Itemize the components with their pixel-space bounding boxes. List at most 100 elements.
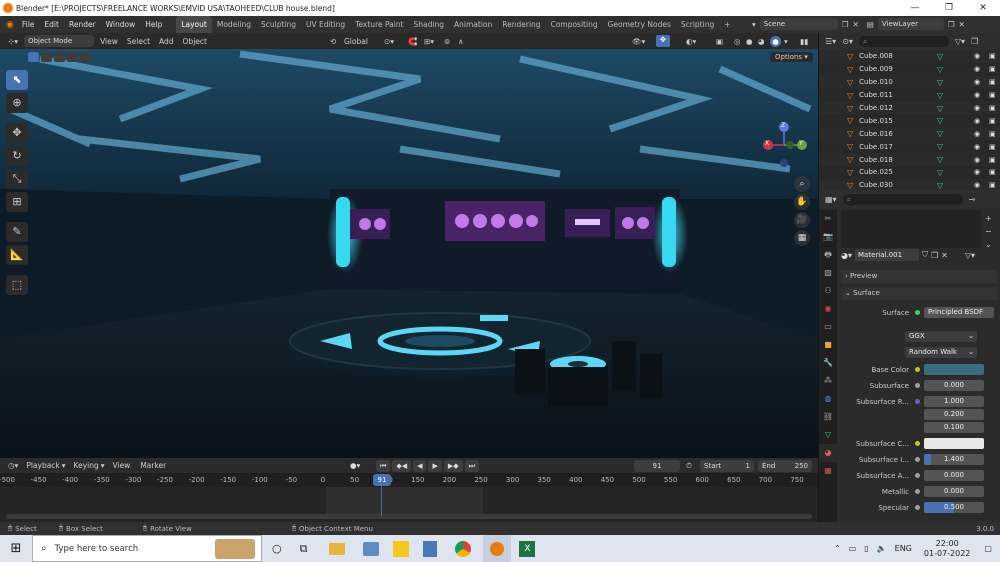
outliner-row[interactable]: ▽ Cube.017 ▽ ◉ ▣	[819, 140, 1000, 153]
options-button[interactable]: Options ▾	[770, 52, 813, 62]
network-icon[interactable]: ▭	[849, 544, 857, 553]
volume-icon[interactable]: 🔈	[877, 544, 887, 553]
outliner-row[interactable]: ▽ Cube.008 ▽ ◉ ▣	[819, 50, 1000, 63]
cortana-icon[interactable]: ○	[272, 542, 282, 555]
fake-user-icon[interactable]: ⛉	[922, 250, 928, 260]
visibility-eye-icon[interactable]: ◉	[974, 130, 980, 138]
object-tab-icon[interactable]: ■	[819, 336, 837, 354]
app-icon-remote[interactable]	[363, 541, 380, 556]
notifications-icon[interactable]: ▢	[984, 544, 992, 553]
chrome-icon[interactable]	[455, 540, 472, 557]
render-camera-icon[interactable]: ▣	[989, 78, 996, 86]
new-collection-icon[interactable]: ❐	[971, 37, 978, 46]
render-tab-icon[interactable]: 📷	[819, 228, 837, 246]
sticky-notes-icon[interactable]	[393, 540, 410, 557]
tray-chevron-icon[interactable]: ⌃	[834, 544, 841, 553]
scale-tool-icon[interactable]: ⤡	[6, 169, 28, 189]
new-scene-icon[interactable]: ❐	[842, 20, 849, 29]
preview-panel-header[interactable]: › Preview	[841, 270, 997, 283]
browse-filter-icon[interactable]: ▽▾	[965, 251, 975, 260]
tab-uv-editing[interactable]: UV Editing	[301, 16, 350, 33]
shader-property-field[interactable]: 1.400	[924, 454, 984, 465]
tab-modeling[interactable]: Modeling	[212, 16, 256, 33]
scene-tab-icon[interactable]: ⚇	[819, 282, 837, 300]
timeline-scrollbar[interactable]	[6, 514, 812, 519]
mode-selector[interactable]: Object Mode	[24, 35, 95, 47]
shading-solid-icon[interactable]: ●	[746, 37, 753, 46]
visibility-eye-icon[interactable]: ◉	[974, 91, 980, 99]
visibility-eye-icon[interactable]: ◉	[974, 65, 980, 73]
minimize-button[interactable]: —	[898, 0, 932, 16]
new-view-layer-icon[interactable]: ❐	[948, 20, 955, 29]
add-slot-icon[interactable]: +	[985, 214, 992, 223]
pivot-icon[interactable]: ⊙▾	[384, 37, 394, 46]
filter-icon[interactable]: ▽▾	[955, 37, 965, 46]
timeline-editor-icon[interactable]: ◷▾	[8, 461, 18, 470]
select-extend-icon[interactable]	[41, 52, 52, 62]
render-camera-icon[interactable]: ▣	[989, 117, 996, 125]
jump-end-icon[interactable]: ⏭	[464, 460, 479, 472]
add-workspace-button[interactable]: +	[719, 16, 735, 33]
visibility-eye-icon[interactable]: ◉	[974, 143, 980, 151]
menu-render[interactable]: Render	[69, 20, 96, 29]
render-camera-icon[interactable]: ▣	[989, 52, 996, 60]
menu-keying[interactable]: Keying	[74, 461, 99, 470]
menu-view[interactable]: View	[100, 37, 118, 46]
clock[interactable]: 22:00 01-07-2022	[924, 539, 971, 559]
shader-property-field[interactable]: 0.000	[924, 470, 984, 481]
overlay-toggle-icon[interactable]: ◐▾	[686, 37, 696, 46]
display-mode-icon[interactable]: ⊙▾	[842, 37, 853, 46]
pan-hand-icon[interactable]: ✋	[794, 194, 810, 210]
menu-playback[interactable]: Playback	[26, 461, 59, 470]
current-frame-field[interactable]: 91	[634, 460, 680, 472]
windows-start-icon[interactable]: ⊞	[0, 541, 32, 556]
outliner-search-field[interactable]: ⌕	[858, 36, 949, 47]
play-icon[interactable]: ▶	[428, 460, 442, 472]
unlink-material-icon[interactable]: ✕	[941, 251, 948, 260]
render-camera-icon[interactable]: ▣	[989, 156, 996, 164]
material-slot-list[interactable]	[841, 210, 981, 248]
rotate-tool-icon[interactable]: ↻	[6, 146, 28, 166]
modifier-tab-icon[interactable]: 🔧	[819, 354, 837, 372]
orientation-selector[interactable]: Global	[344, 37, 368, 46]
select-box-tool-icon[interactable]: ⬉	[6, 70, 28, 90]
tab-layout[interactable]: Layout	[176, 16, 212, 33]
scene-selector[interactable]: Scene	[759, 18, 838, 30]
shader-property-field[interactable]: 1.000	[924, 396, 984, 407]
physics-tab-icon[interactable]: ◍	[819, 390, 837, 408]
render-camera-icon[interactable]: ▣	[989, 91, 996, 99]
world-tab-icon[interactable]: ◉	[819, 300, 837, 318]
stopwatch-icon[interactable]: ⏱	[686, 461, 692, 471]
excel-icon[interactable]: X	[519, 540, 536, 557]
scene-icon[interactable]: ▾	[752, 20, 756, 29]
visibility-eye-icon[interactable]: ◉	[974, 168, 980, 176]
taskbar-search-box[interactable]: ⌕ Type here to search	[32, 535, 262, 562]
xray-icon[interactable]: ▣	[716, 37, 723, 46]
particles-tab-icon[interactable]: ⁂	[819, 372, 837, 390]
outliner-editor-icon[interactable]: ☰▾	[825, 37, 836, 46]
shader-property-field[interactable]: 0.500	[924, 502, 984, 513]
render-camera-icon[interactable]: ▣	[989, 143, 996, 151]
menu-select[interactable]: Select	[127, 37, 150, 46]
annotate-tool-icon[interactable]: ✎	[6, 222, 28, 242]
base-color-swatch[interactable]	[924, 364, 984, 375]
record-icon[interactable]: ●▾	[350, 461, 360, 470]
menu-edit[interactable]: Edit	[44, 20, 59, 29]
render-camera-icon[interactable]: ▣	[989, 104, 996, 112]
remove-slot-icon[interactable]: −	[985, 227, 992, 236]
shader-property-field[interactable]	[924, 438, 984, 449]
task-view-icon[interactable]: ⧉	[300, 542, 308, 556]
camera-view-icon[interactable]: 🎥	[794, 212, 810, 228]
3d-viewport[interactable]: Options ▾ Z Y X ⌕ ✋ 🎥 ▦	[0, 49, 818, 458]
blender-taskbar-icon[interactable]	[483, 535, 512, 562]
transform-tool-icon[interactable]: ⊞	[6, 192, 28, 212]
menu-help[interactable]: Help	[145, 20, 162, 29]
tab-compositing[interactable]: Compositing	[546, 16, 603, 33]
output-tab-icon[interactable]: 🖶	[819, 246, 837, 264]
menu-file[interactable]: File	[22, 20, 35, 29]
outliner-row[interactable]: ▽ Cube.016 ▽ ◉ ▣	[819, 127, 1000, 141]
add-cube-tool-icon[interactable]: ⬚	[6, 275, 28, 295]
cursor-tool-icon[interactable]: ⊕	[6, 93, 28, 113]
shading-options-icon[interactable]: ▾	[784, 37, 788, 46]
timeline-area[interactable]	[0, 487, 818, 522]
